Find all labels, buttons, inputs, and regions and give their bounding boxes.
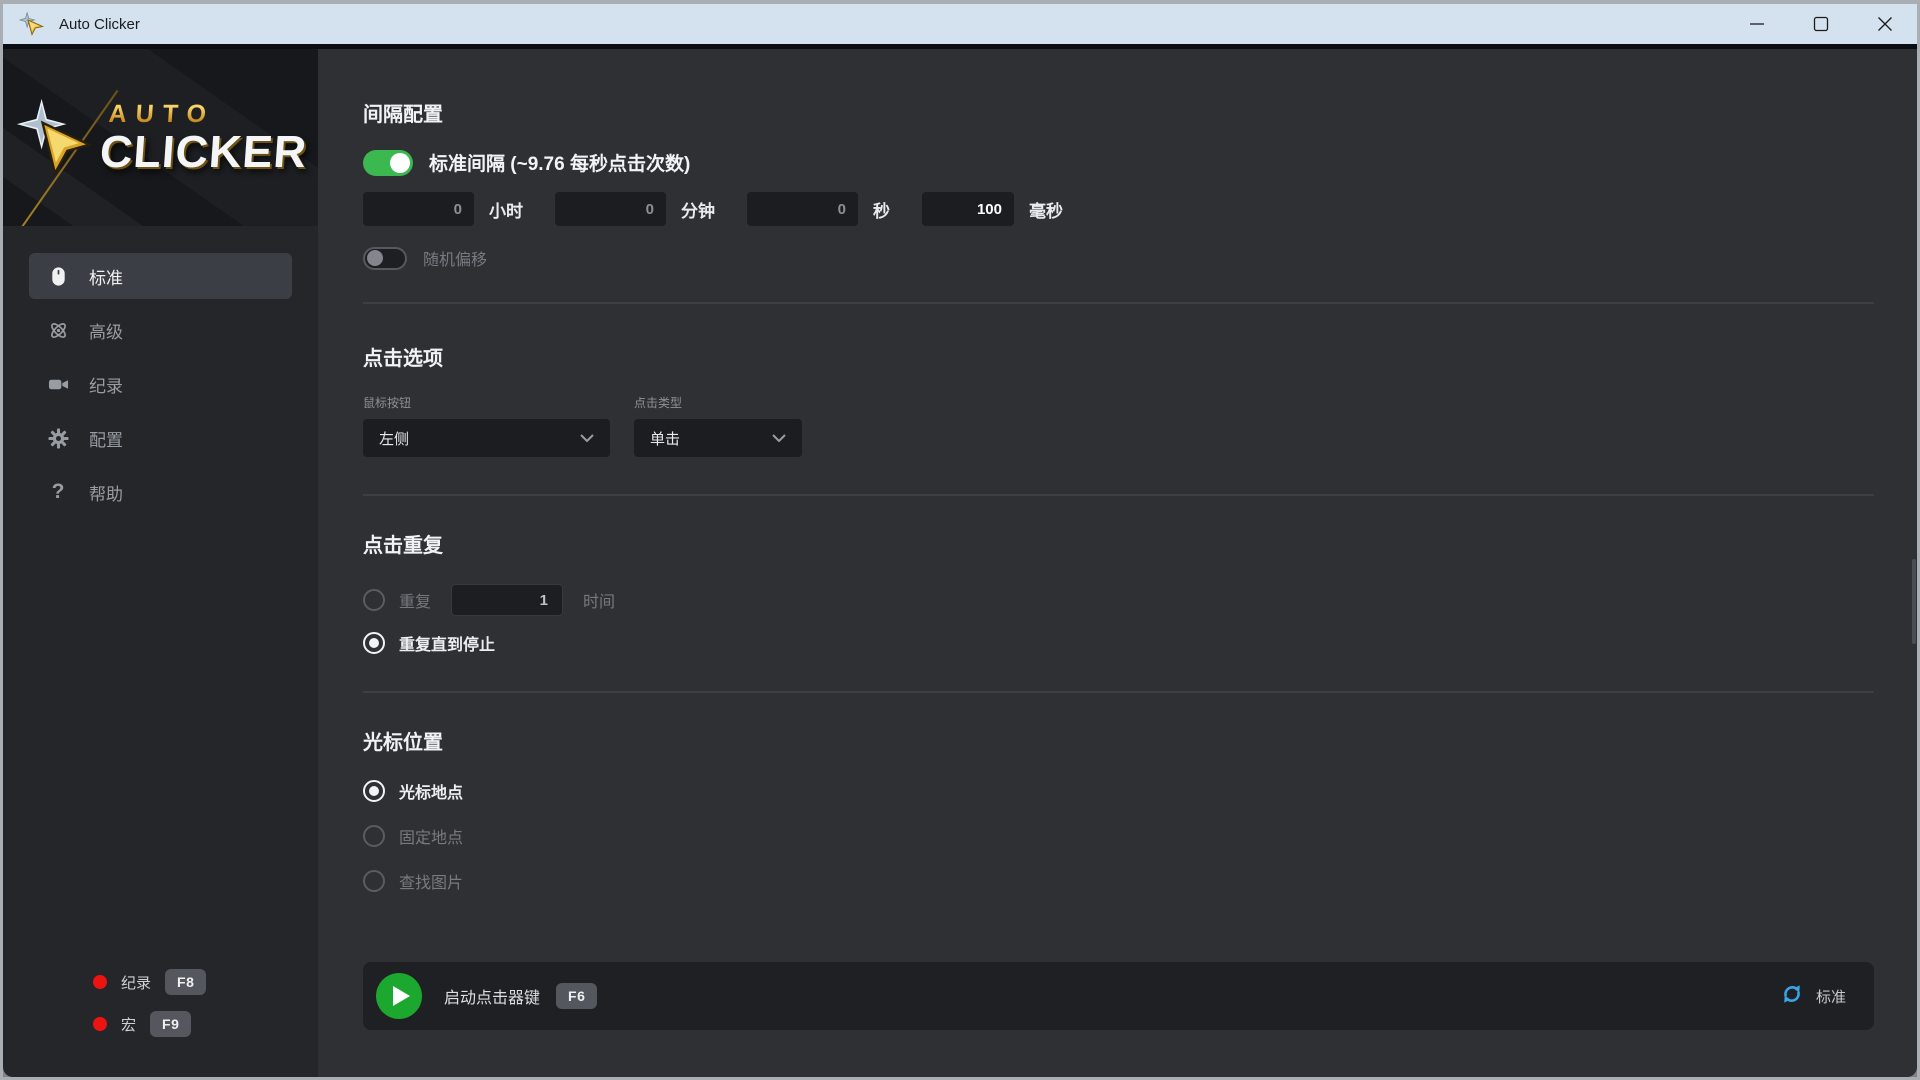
fixed-location-radio[interactable]: [363, 825, 385, 847]
close-button[interactable]: [1853, 4, 1917, 44]
repeat-times-label: 重复: [399, 588, 431, 612]
window-controls: [1725, 4, 1917, 44]
macro-hotkey-label: 宏: [121, 1014, 136, 1035]
repeat-until-stopped-radio[interactable]: [363, 632, 385, 654]
find-image-radio[interactable]: [363, 870, 385, 892]
scrollbar-thumb[interactable]: [1912, 559, 1916, 644]
logo-line2: CLICKER: [98, 129, 308, 174]
sidebar-item-standard[interactable]: 标准: [29, 253, 292, 299]
record-hotkey-label: 纪录: [121, 972, 151, 993]
section-divider: [363, 494, 1874, 496]
mode-label: 标准: [1816, 986, 1846, 1007]
interval-time-row: 小时 分钟 秒 毫秒: [363, 192, 1874, 226]
fixed-location-label: 固定地点: [399, 824, 463, 848]
section-divider: [363, 691, 1874, 693]
click-type-value: 单击: [650, 428, 680, 449]
app-window: Auto Clicker: [0, 0, 1920, 1080]
click-options-section-title: 点击选项: [363, 342, 1874, 371]
start-clicker-button[interactable]: [376, 973, 422, 1019]
minimize-button[interactable]: [1725, 4, 1789, 44]
action-bar: 启动点击器键 F6 标准: [363, 962, 1874, 1030]
standard-interval-toggle[interactable]: [363, 150, 413, 176]
standard-interval-label: 标准间隔 (~9.76 每秒点击次数): [429, 149, 690, 176]
cursor-position-section-title: 光标位置: [363, 726, 1874, 755]
random-offset-toggle[interactable]: [363, 247, 407, 270]
sidebar-item-advanced[interactable]: 高级: [29, 307, 292, 353]
sidebar-item-label: 高级: [89, 318, 123, 343]
video-icon: [47, 373, 69, 395]
interval-section-title: 间隔配置: [363, 98, 1874, 127]
hours-unit-label: 小时: [489, 197, 523, 222]
sidebar-item-label: 纪录: [89, 372, 123, 397]
logo-text: AUTO CLICKER: [98, 102, 310, 174]
macro-hotkey-row: 宏 F9: [93, 1011, 206, 1037]
milliseconds-unit-label: 毫秒: [1029, 197, 1063, 222]
repeat-times-radio[interactable]: [363, 589, 385, 611]
sidebar-nav: 标准 高级 纪录: [3, 226, 318, 515]
cursor-location-label: 光标地点: [399, 779, 463, 803]
title-bar: Auto Clicker: [3, 4, 1917, 44]
hotkey-panel: 纪录 F8 宏 F9: [3, 969, 206, 1037]
mouse-button-value: 左侧: [379, 428, 409, 449]
mouse-button-dropdown[interactable]: 左侧: [363, 419, 610, 457]
section-divider: [363, 302, 1874, 304]
record-hotkey-row: 纪录 F8: [93, 969, 206, 995]
repeat-until-stopped-label: 重复直到停止: [399, 631, 495, 655]
window-title: Auto Clicker: [59, 16, 140, 33]
cursor-location-radio[interactable]: [363, 780, 385, 802]
macro-hotkey-badge: F9: [150, 1011, 191, 1037]
sidebar-item-config[interactable]: 配置: [29, 415, 292, 461]
click-repeat-section-title: 点击重复: [363, 529, 1874, 558]
random-offset-label: 随机偏移: [423, 246, 487, 270]
repeat-times-suffix: 时间: [583, 588, 615, 612]
minutes-unit-label: 分钟: [681, 197, 715, 222]
sidebar-item-label: 帮助: [89, 480, 123, 505]
chevron-down-icon: [772, 429, 786, 447]
mouse-icon: [47, 265, 69, 287]
sidebar-item-record[interactable]: 纪录: [29, 361, 292, 407]
logo-panel: AUTO CLICKER: [3, 49, 318, 226]
logo-cursor-icon: [13, 95, 95, 181]
macro-dot-icon: [93, 1017, 107, 1031]
maximize-button[interactable]: [1789, 4, 1853, 44]
chevron-down-icon: [580, 429, 594, 447]
record-hotkey-badge: F8: [165, 969, 206, 995]
sidebar-item-help[interactable]: ? 帮助: [29, 469, 292, 515]
seconds-unit-label: 秒: [873, 197, 890, 222]
start-hotkey-badge: F6: [556, 983, 597, 1009]
hours-input[interactable]: [363, 192, 474, 226]
sidebar-item-label: 配置: [89, 426, 123, 451]
milliseconds-input[interactable]: [922, 192, 1014, 226]
click-type-label: 点击类型: [634, 394, 682, 411]
gear-icon: [47, 427, 69, 449]
record-dot-icon: [93, 975, 107, 989]
find-image-label: 查找图片: [399, 869, 463, 893]
sync-icon: [1780, 982, 1804, 1011]
start-clicker-label: 启动点击器键: [444, 984, 540, 1008]
main-content: 间隔配置 标准间隔 (~9.76 每秒点击次数) 小时 分钟 秒 毫秒 随机偏移: [318, 49, 1917, 1077]
play-icon: [391, 985, 411, 1007]
question-icon: ?: [47, 481, 69, 503]
sidebar-item-label: 标准: [89, 264, 123, 289]
minutes-input[interactable]: [555, 192, 666, 226]
mouse-button-label: 鼠标按钮: [363, 394, 634, 411]
click-type-dropdown[interactable]: 单击: [634, 419, 802, 457]
repeat-count-input[interactable]: [451, 584, 563, 616]
sidebar: AUTO CLICKER 标准: [3, 49, 318, 1077]
app-cursor-icon: [19, 11, 45, 37]
atom-icon: [47, 319, 69, 341]
logo-line1: AUTO: [108, 102, 311, 127]
seconds-input[interactable]: [747, 192, 858, 226]
